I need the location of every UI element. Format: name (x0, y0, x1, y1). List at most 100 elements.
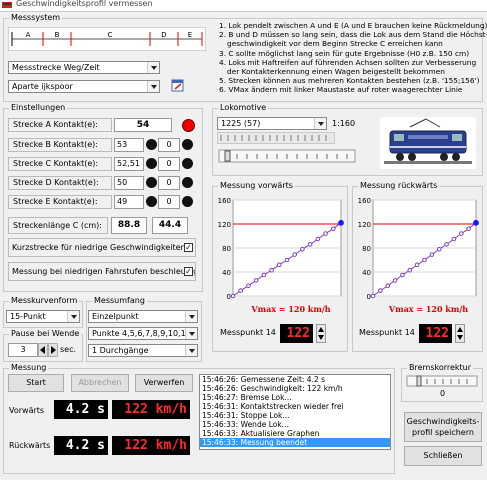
pause-label: Pause bei Wende (9, 329, 82, 338)
instruction-line: 3. C sollte möglichst lang sein für gute… (219, 48, 470, 58)
y-tick-label: 120 (218, 221, 231, 229)
messpunkt-label: Messpunkt 14 (359, 328, 415, 337)
pause-input[interactable]: 3 (8, 343, 38, 357)
status-indicator (146, 177, 157, 188)
contact-row-a: Strecke A Kontakt(e): 54 (8, 116, 202, 133)
messkurvenform-label: Messkurvenform (9, 296, 80, 305)
length-value-half: 44.4 (152, 217, 188, 234)
vmax-label: Vmax = 120 km/h (388, 304, 468, 314)
arrow-right-icon (51, 346, 56, 354)
pause-increase-button[interactable] (48, 343, 58, 357)
contact-row-d: Strecke D Kontakt(e): 50 0 (8, 174, 202, 191)
loco-select-value: 1225 (57) (221, 119, 261, 128)
status-indicator (182, 177, 193, 188)
messpunkt-spinner[interactable] (316, 324, 326, 343)
beschleunigen-label: Messung bei niedrigen Fahrstufen beschle… (12, 267, 196, 276)
vorwaerts-chart-label: Messung vorwärts (218, 181, 295, 190)
edit-track-icon[interactable] (171, 79, 184, 92)
data-point (436, 246, 442, 252)
track-label-a: A (26, 31, 31, 39)
data-point (370, 293, 376, 299)
y-tick-label: 160 (358, 197, 371, 205)
contact-c-value: 0 (158, 157, 180, 171)
contact-row-e: Strecke E Kontakt(e): 49 0 (8, 193, 202, 210)
loco-select[interactable]: 1225 (57) (217, 117, 327, 130)
messung-label: Messung (9, 363, 49, 372)
loco-speed-slider[interactable] (217, 148, 357, 164)
log-entry: 15:46:31: Kontaktstrecken wieder frei (202, 402, 344, 411)
chevron-down-icon (185, 311, 197, 322)
contact-e-input[interactable]: 49 (114, 195, 144, 209)
chevron-down-icon (147, 62, 159, 73)
track-label-d: D (161, 31, 166, 39)
track-select[interactable]: Aparte ijkspoor (8, 80, 160, 93)
slider-thumb[interactable] (224, 150, 231, 162)
spinner-arrows-icon (457, 327, 463, 340)
log-entry: 15:46:26: Gemessene Zeit: 4.2 s (202, 375, 326, 384)
messstrecke-select[interactable]: Messstrecke Weg/Zeit (8, 61, 160, 74)
data-point (451, 236, 457, 242)
y-tick-label: 160 (218, 197, 231, 205)
verwerfen-button[interactable]: Verwerfen (135, 374, 193, 392)
data-point (292, 252, 298, 257)
bremskorrektur-slider[interactable] (405, 374, 479, 388)
locomotive-image (380, 117, 476, 169)
messumfang-passes-select[interactable]: 1 Durchgänge (88, 344, 198, 357)
instruction-line: 4. Loks mit Haftreifen auf führenden Ach… (219, 57, 477, 67)
start-button[interactable]: Start (8, 374, 64, 392)
messkurvenform-select[interactable]: 15-Punkt (6, 310, 80, 323)
log-list[interactable]: 15:46:26: Gemessene Zeit: 4.2 s 15:46:26… (199, 374, 391, 450)
messumfang-mode-value: Einzelpunkt (92, 312, 139, 321)
vorwaerts-speed: 122 km/h (112, 400, 190, 419)
contact-d-input[interactable]: 50 (114, 176, 144, 190)
status-indicator (146, 158, 157, 169)
contact-c-input[interactable]: 52,51 (114, 157, 144, 171)
length-label: Streckenlänge C (cm): (8, 217, 108, 234)
messumfang-points-select[interactable]: Punkte 4,5,6,7,8,9,10,11,12 (88, 327, 198, 340)
pause-decrease-button[interactable] (38, 343, 48, 357)
chart-vorwaerts: 0 40 80 120 160 Vmax = 120 km/h (218, 197, 344, 314)
close-button[interactable]: Schließen (404, 446, 482, 466)
contact-b-input[interactable]: 53 (114, 138, 144, 152)
instruction-line: geschwindigkeit vor dem Beginn Strecke C… (227, 39, 443, 49)
data-point (284, 257, 290, 263)
data-point (422, 257, 427, 263)
save-profile-button[interactable]: Geschwindigkeits- profil speichern (404, 412, 482, 442)
slider-thumb[interactable] (416, 375, 422, 387)
data-point (230, 293, 236, 299)
log-entry: 15:46:31: Stoppe Lok... (202, 411, 290, 420)
contact-label: Strecke D Kontakt(e): (8, 176, 112, 190)
log-entry: 15:46:27: Bremse Lok... (202, 393, 292, 402)
messumfang-label: Messumfang (92, 296, 147, 305)
data-point (392, 278, 398, 283)
messstrecke-select-value: Messstrecke Weg/Zeit (12, 63, 100, 72)
y-tick-label: 120 (358, 221, 371, 229)
kurzstrecke-checkbox[interactable]: ✓ (184, 243, 193, 252)
messsystem-label: Messsystem (9, 13, 63, 22)
messumfang-mode-select[interactable]: Einzelpunkt (88, 310, 198, 323)
bremskorrektur-label: Bremskorrektur (407, 363, 474, 372)
data-point (300, 246, 305, 252)
instruction-line: 6. VMax ändern mit linker Maustaste auf … (219, 85, 463, 95)
abbrechen-button[interactable]: Abbrechen (71, 374, 129, 392)
chevron-down-icon (185, 328, 197, 339)
contact-a-input[interactable]: 54 (114, 118, 172, 132)
beschleunigen-checkbox[interactable]: ✓ (184, 267, 193, 276)
scale-label: 1:160 (332, 119, 356, 128)
messpunkt-spinner[interactable] (455, 324, 465, 343)
chevron-down-icon (147, 81, 159, 92)
status-indicator (182, 139, 193, 150)
kurzstrecke-label: Kurzstrecke für niedrige Geschwindigkeit… (12, 243, 189, 252)
y-tick-label: 0 (227, 293, 231, 301)
bremskorrektur-value: 0 (440, 389, 446, 398)
vorwaerts-label: Vorwärts (9, 406, 45, 415)
log-entry-selected: 15:46:33: Messung beendet (200, 438, 390, 447)
rueckwaerts-chart-label: Messung rückwärts (358, 181, 440, 190)
data-point (429, 252, 435, 257)
data-point (385, 283, 391, 289)
pause-unit: sec. (60, 345, 77, 354)
messpunkt-label: Messpunkt 14 (220, 328, 276, 337)
chart-rueckwaerts: 0 40 80 120 160 Vmax = 120 km/h (358, 197, 479, 314)
y-tick-label: 40 (222, 269, 231, 277)
log-entry: 15:46:33: Wende Lok... (202, 420, 289, 429)
